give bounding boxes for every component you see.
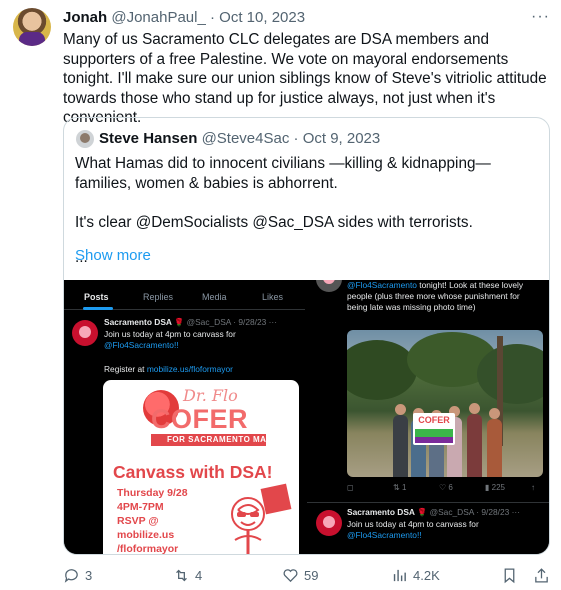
quoted-author-avatar[interactable] bbox=[76, 130, 94, 148]
flyer-sign bbox=[260, 483, 292, 515]
cofer-sign: COFER bbox=[413, 413, 455, 445]
photo-tree bbox=[347, 340, 417, 400]
repost-icon bbox=[176, 569, 187, 582]
tab-likes: Likes bbox=[262, 292, 284, 302]
views-count: 4.2K bbox=[413, 568, 440, 583]
author-avatar[interactable] bbox=[13, 8, 51, 46]
quoted-tweet[interactable]: Steve Hansen @Steve4Sac · Oct 9, 2023 Wh… bbox=[63, 117, 550, 555]
flyer-detail-path: /floformayor bbox=[117, 543, 179, 555]
tweet[interactable]: Jonah @JonahPaul_ · Oct 10, 2023 ··· Man… bbox=[0, 0, 561, 590]
tweet-date[interactable]: Oct 10, 2023 bbox=[219, 9, 305, 26]
dsa-post-link: @Flo4Sacramento!! bbox=[104, 340, 179, 350]
dsa-post-header: Sacramento DSA 🌹 @Sac_DSA · 9/28/23 ··· bbox=[104, 317, 277, 327]
share-icon bbox=[535, 568, 548, 583]
top-post-text: @Flo4Sacramento tonight! Look at these l… bbox=[347, 280, 542, 313]
dsa-avatar bbox=[72, 320, 98, 346]
tweet-header: Jonah @JonahPaul_ · Oct 10, 2023 bbox=[63, 9, 305, 27]
like-icon bbox=[283, 569, 298, 583]
dsa-avatar-right bbox=[316, 510, 342, 536]
photo-person bbox=[487, 408, 502, 477]
dsa-post-text: Join us today at 4pm to canvass for @Flo… bbox=[104, 329, 299, 351]
photo-tree bbox=[477, 344, 543, 404]
dsa-post-line1: Join us today at 4pm to canvass for bbox=[104, 329, 236, 339]
media-screenshot-left[interactable]: Posts Replies Media Likes Sacramento DSA… bbox=[64, 280, 305, 555]
cofer-sign-stripe-purple bbox=[415, 437, 453, 443]
flyer-detail-rsvp: RSVP @ bbox=[117, 515, 159, 527]
panel-divider bbox=[307, 502, 549, 503]
dsa-name: Sacramento DSA bbox=[104, 317, 172, 327]
reply-button[interactable]: 3 bbox=[63, 567, 92, 584]
like-count: 59 bbox=[304, 568, 319, 583]
register-link: mobilize.us/floformayor bbox=[146, 364, 233, 374]
flyer-dr: Dr. Flo bbox=[183, 386, 238, 405]
flyer-detail-site: mobilize.us bbox=[117, 529, 175, 541]
dsa-name-right: Sacramento DSA bbox=[347, 507, 415, 517]
tab-posts: Posts bbox=[84, 292, 109, 302]
quoted-paragraph-1: What Hamas did to innocent civilians —ki… bbox=[75, 155, 491, 192]
tab-media: Media bbox=[202, 292, 227, 302]
flyer-mayor: FOR SACRAMENTO MAYOR bbox=[167, 435, 285, 444]
quoted-tweet-date[interactable]: Oct 9, 2023 bbox=[303, 130, 381, 147]
right-post-actions: ◻ ⇅ 1 ♡ 6 ▮ 225 ↑ bbox=[347, 483, 543, 495]
mini-views: ▮ 225 bbox=[485, 483, 505, 492]
photo-person bbox=[467, 403, 482, 477]
views-icon bbox=[393, 569, 406, 582]
media-screenshot-right[interactable]: @Flo4Sacramento tonight! Look at these l… bbox=[307, 280, 549, 554]
rose-icon-right: 🌹 bbox=[417, 508, 428, 517]
dsa-post-more-right: ··· bbox=[511, 507, 521, 517]
dsa-post-line1-right: Join us today at 4pm to canvass for bbox=[347, 519, 479, 529]
tweet-text: Many of us Sacramento CLC delegates are … bbox=[63, 31, 547, 126]
quoted-tweet-header: Steve Hansen @Steve4Sac · Oct 9, 2023 bbox=[99, 130, 380, 148]
rose-icon: 🌹 bbox=[174, 318, 185, 327]
more-options-icon[interactable]: ··· bbox=[531, 8, 550, 26]
cofer-sign-text: COFER bbox=[418, 415, 450, 425]
share-button[interactable] bbox=[533, 567, 550, 584]
flyer-canvass: Canvass with DSA! bbox=[113, 462, 273, 482]
dsa-post-header-right: Sacramento DSA 🌹 @Sac_DSA · 9/28/23 ··· bbox=[347, 507, 520, 517]
bookmark-icon bbox=[504, 568, 515, 584]
author-handle[interactable]: @JonahPaul_ bbox=[111, 9, 205, 26]
views-button[interactable]: 4.2K bbox=[391, 567, 440, 584]
reply-icon bbox=[64, 569, 78, 583]
profile-tabs: Posts Replies Media Likes bbox=[64, 280, 305, 310]
repost-count: 4 bbox=[195, 568, 203, 583]
tab-replies: Replies bbox=[143, 292, 174, 302]
dsa-post-text-right: Join us today at 4pm to canvass for @Flo… bbox=[347, 519, 547, 541]
tweet-actions: 3 4 59 4.2K bbox=[63, 567, 553, 585]
dsa-post-meta-right: @Sac_DSA · 9/28/23 bbox=[429, 507, 510, 517]
dsa-register: Register at mobilize.us/floformayor bbox=[104, 364, 299, 375]
quoted-author-name[interactable]: Steve Hansen bbox=[99, 130, 197, 147]
mini-reply-icon: ◻ bbox=[347, 483, 354, 492]
cofer-sign-stripe-green bbox=[415, 429, 453, 437]
mini-like: ♡ 6 bbox=[439, 483, 453, 492]
like-button[interactable]: 59 bbox=[282, 567, 318, 584]
header-separator: · bbox=[210, 9, 215, 26]
repost-button[interactable]: 4 bbox=[173, 567, 202, 584]
active-tab-indicator bbox=[83, 307, 113, 310]
top-post-link: @Flo4Sacramento bbox=[347, 280, 417, 290]
reply-count: 3 bbox=[85, 568, 93, 583]
flyer-details: Thursday 9/28 4PM-7PM RSVP @ mobilize.us… bbox=[117, 486, 188, 555]
flyer-detail-date: Thursday 9/28 bbox=[117, 487, 188, 499]
mini-share-icon: ↑ bbox=[531, 483, 535, 492]
flyer-cofer: COFER bbox=[151, 404, 248, 434]
mini-repost: ⇅ 1 bbox=[393, 483, 407, 492]
dsa-post-meta: @Sac_DSA · 9/28/23 ··· bbox=[186, 317, 278, 327]
author-name[interactable]: Jonah bbox=[63, 9, 107, 26]
dsa-post-link-right: @Flo4Sacramento!! bbox=[347, 530, 422, 540]
register-prefix: Register at bbox=[104, 364, 145, 374]
canvass-photo: COFER bbox=[347, 330, 543, 477]
quoted-header-separator: · bbox=[293, 130, 299, 147]
campaign-flyer: Dr. Flo COFER FOR SACRAMENTO MAYOR Canva… bbox=[103, 380, 299, 555]
show-more-link[interactable]: Show more bbox=[75, 247, 151, 264]
quoted-author-handle[interactable]: @Steve4Sac bbox=[202, 130, 290, 147]
bookmark-button[interactable] bbox=[501, 567, 518, 584]
top-post-avatar bbox=[316, 280, 342, 292]
quoted-media[interactable]: Posts Replies Media Likes Sacramento DSA… bbox=[64, 280, 549, 555]
flyer-detail-time: 4PM-7PM bbox=[117, 501, 164, 513]
quoted-paragraph-2: It's clear @DemSocialists @Sac_DSA sides… bbox=[75, 213, 473, 231]
photo-person bbox=[393, 404, 408, 477]
